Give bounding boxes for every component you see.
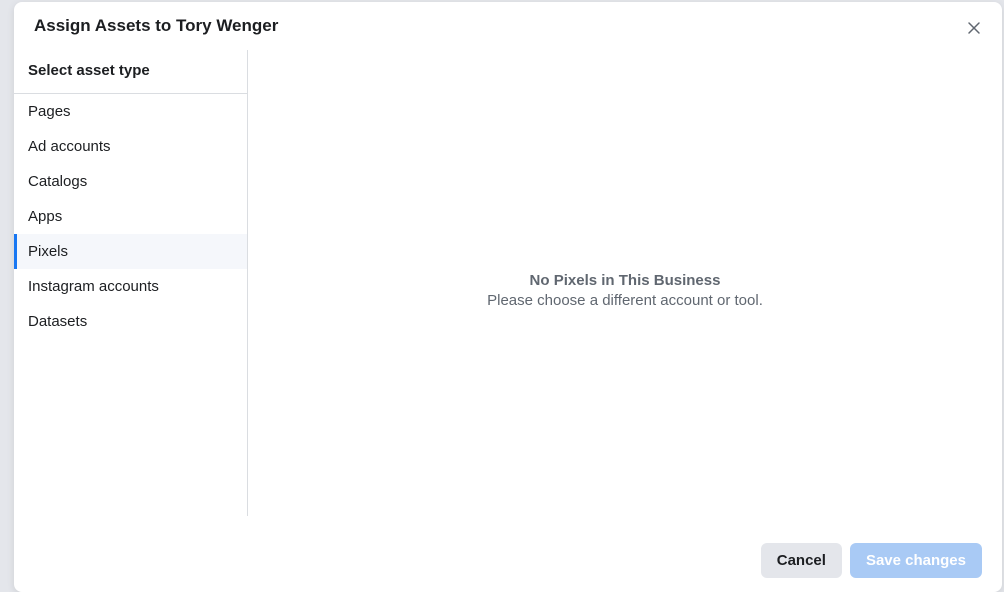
modal-body: Select asset type Pages Ad accounts Cata… <box>14 50 1002 531</box>
empty-state-title: No Pixels in This Business <box>530 272 721 289</box>
sidebar-item-ad-accounts[interactable]: Ad accounts <box>14 129 247 164</box>
save-changes-button[interactable]: Save changes <box>850 543 982 578</box>
close-button[interactable] <box>960 14 988 42</box>
assign-assets-modal: Assign Assets to Tory Wenger Select asse… <box>14 2 1002 592</box>
modal-footer: Cancel Save changes <box>14 531 1002 592</box>
modal-header: Assign Assets to Tory Wenger <box>14 2 1002 50</box>
modal-title: Assign Assets to Tory Wenger <box>34 16 278 36</box>
content-area: No Pixels in This Business Please choose… <box>248 50 1002 531</box>
sidebar-items: Pages Ad accounts Catalogs Apps Pixels I… <box>14 94 247 339</box>
empty-state-subtitle: Please choose a different account or too… <box>487 292 763 309</box>
sidebar-item-catalogs[interactable]: Catalogs <box>14 164 247 199</box>
sidebar-item-instagram-accounts[interactable]: Instagram accounts <box>14 269 247 304</box>
sidebar-item-apps[interactable]: Apps <box>14 199 247 234</box>
close-icon <box>964 18 984 38</box>
sidebar-title: Select asset type <box>14 50 247 94</box>
sidebar-item-pages[interactable]: Pages <box>14 94 247 129</box>
sidebar-item-datasets[interactable]: Datasets <box>14 304 247 339</box>
sidebar-item-pixels[interactable]: Pixels <box>14 234 247 269</box>
cancel-button[interactable]: Cancel <box>761 543 842 578</box>
asset-type-sidebar: Select asset type Pages Ad accounts Cata… <box>14 50 248 516</box>
